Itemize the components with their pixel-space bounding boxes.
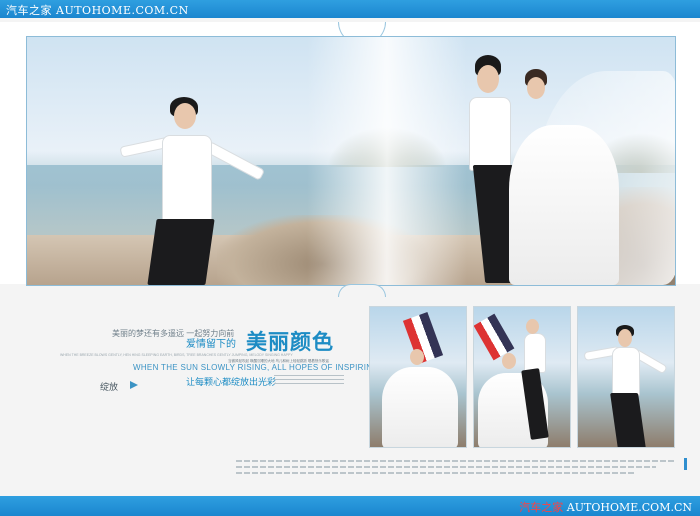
arrow-right-icon xyxy=(130,381,138,389)
tiny-paragraph xyxy=(274,375,344,387)
thumbnail-2 xyxy=(473,306,571,448)
bottom-watermark-bar: 汽车之家 AUTOHOME.COM.CN xyxy=(0,496,700,516)
title-beautiful-color: 美丽颜色 xyxy=(246,329,334,354)
footnote-line-2 xyxy=(236,466,656,468)
photo-blend xyxy=(307,37,467,285)
english-small-line: WHEN THE BREEZE BLOWS GENTLY, HEN HING S… xyxy=(60,353,293,357)
thumbnail-3 xyxy=(577,306,675,448)
bottom-notch xyxy=(338,284,386,297)
caps-line: WHEN THE SUN SLOWLY RISING, ALL HOPES OF… xyxy=(133,363,379,372)
thumbnail-1 xyxy=(369,306,467,448)
watermark-cn: 汽车之家 xyxy=(519,501,564,514)
watermark-en: AUTOHOME.COM.CN xyxy=(563,501,692,514)
footnote-line-1 xyxy=(236,460,676,462)
heart-line: 让每颗心都绽放出光彩 xyxy=(186,377,277,387)
subtitle-love: 爱情留下的 xyxy=(186,339,236,350)
blue-marker xyxy=(684,458,687,470)
hero-photo xyxy=(26,36,676,286)
top-watermark-bar: 汽车之家 AUTOHOME.COM.CN xyxy=(0,0,700,18)
watermark-logo-top: 汽车之家 AUTOHOME.COM.CN xyxy=(6,4,189,17)
footnote-line-3 xyxy=(236,472,636,474)
bloom-label: 绽放 xyxy=(100,382,119,392)
text-block: 美丽的梦还有多遥远 一起努力向前 爱情留下的 美丽颜色 WHEN THE BRE… xyxy=(56,322,379,422)
watermark-logo-bottom: 汽车之家 AUTOHOME.COM.CN xyxy=(519,499,692,515)
